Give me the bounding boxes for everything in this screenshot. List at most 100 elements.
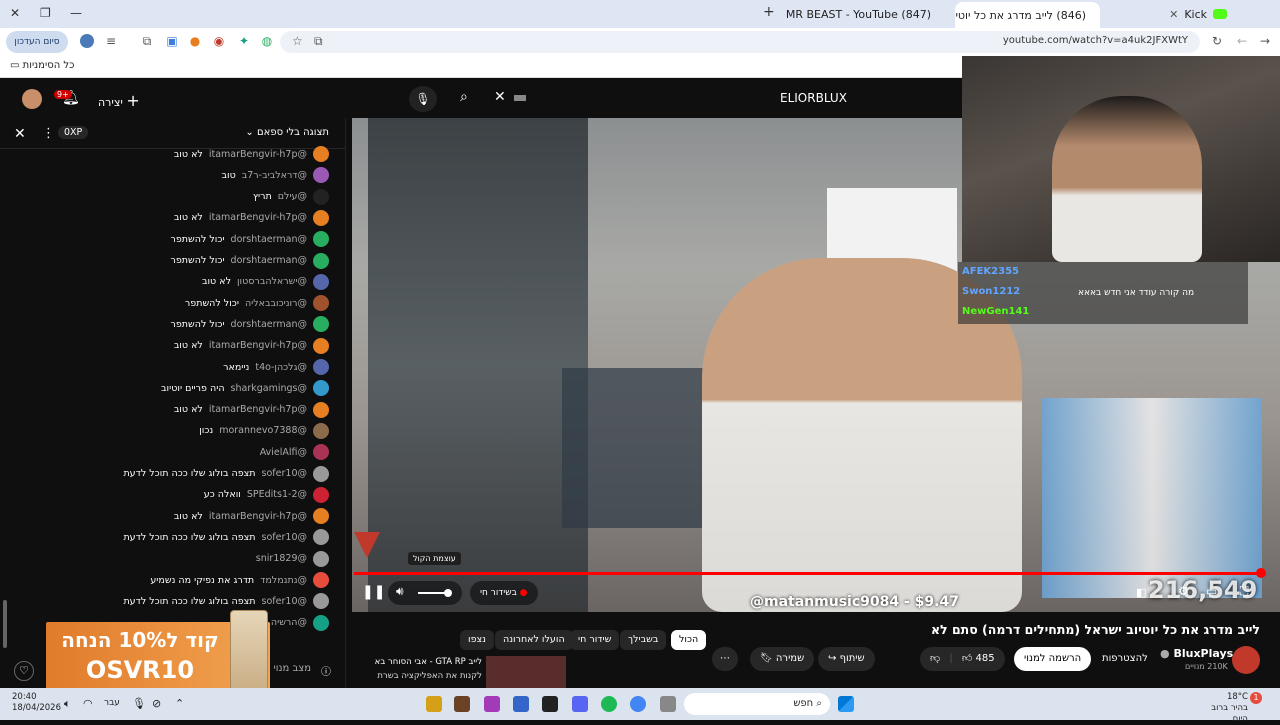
theater-icon[interactable]: ▭ (1206, 584, 1217, 598)
settings-icon[interactable]: ⚙ (1178, 584, 1189, 598)
avatar[interactable] (22, 89, 42, 109)
mic-icon[interactable]: 🎙︎ (409, 86, 437, 112)
start-windows-icon[interactable] (838, 696, 854, 712)
file-explorer-icon[interactable] (660, 696, 676, 712)
avatar[interactable] (313, 401, 329, 418)
install-icon[interactable]: ⧉ (314, 34, 323, 49)
avatar[interactable] (313, 422, 329, 439)
wifi-icon[interactable]: ◠ (83, 697, 93, 710)
chip-for-you[interactable]: בשבילך (620, 630, 667, 650)
search-input[interactable] (514, 95, 526, 101)
new-tab-icon[interactable]: + (763, 4, 775, 20)
tab-mrbeast[interactable]: (847) MR BEAST - YouTube ✕ (785, 3, 945, 25)
chat-username[interactable]: @itamarBengvir-h7p (209, 340, 307, 351)
chat-username[interactable]: @הרשיה (271, 617, 307, 628)
subscribe-button[interactable]: הרשמה למנוי (1014, 647, 1092, 671)
chip-watched[interactable]: נצפו (460, 630, 494, 650)
language-indicator[interactable]: עבר (104, 698, 120, 708)
search-icon[interactable]: ⌕ (460, 89, 468, 105)
chat-username[interactable]: @עילם (278, 191, 307, 202)
volume-icon[interactable]: 🔊︎ (396, 584, 404, 599)
chat-username[interactable]: @sofer10 (262, 596, 307, 607)
notes-icon[interactable] (426, 696, 442, 712)
network-icon[interactable]: ⊘ (152, 697, 161, 710)
taskbar-search[interactable]: ⌕ חפש (684, 693, 830, 715)
back-icon[interactable]: → (1258, 34, 1272, 48)
avatar[interactable] (313, 359, 329, 375)
heart-icon[interactable]: ♡ (14, 661, 34, 681)
avatar[interactable] (313, 380, 329, 397)
chat-username[interactable]: @sofer10 (262, 468, 307, 479)
chat-mode-dropdown[interactable]: תצוגה בלי ספאם ⌄ (245, 127, 329, 138)
live-badge[interactable]: ● בשידור חי (470, 581, 538, 605)
volume-control[interactable]: 🔊︎ (388, 581, 462, 605)
info-icon[interactable]: ⓘ (321, 663, 331, 678)
extension-icon[interactable]: ⧉ (140, 34, 154, 48)
chat-username[interactable]: @dorshtaerman (231, 319, 307, 330)
miniplayer-icon[interactable]: ◧ (1136, 586, 1146, 599)
avatar[interactable] (313, 486, 329, 503)
maximize-icon[interactable]: ❐ (40, 6, 51, 20)
create-button[interactable]: + יצירה (98, 91, 140, 110)
chat-username[interactable]: @SPEdits1-2 (247, 489, 307, 500)
share-button[interactable]: שיתוף ↪ (818, 647, 875, 671)
avatar[interactable] (313, 316, 329, 333)
chat-username[interactable]: @itamarBengvir-h7p (209, 404, 307, 415)
mic-icon[interactable]: 🎙︎ (132, 697, 146, 710)
volume-handle[interactable] (444, 589, 452, 597)
chat-username[interactable]: @ישראלהברסטון (237, 276, 307, 287)
chat-username[interactable]: @dorshtaerman (231, 234, 307, 245)
chat-username[interactable]: @snir1829 (256, 553, 307, 564)
instagram-icon[interactable] (484, 696, 500, 712)
speaker-icon[interactable]: 🔈︎ (64, 697, 71, 711)
progress-bar[interactable] (354, 572, 1262, 575)
chat-username[interactable]: @רוניכובבאליה (245, 298, 307, 309)
extension-icon[interactable]: ◍ (260, 34, 274, 48)
avatar[interactable] (313, 188, 329, 205)
avatar[interactable] (313, 146, 329, 162)
tab-kick[interactable]: Kick ✕ (1105, 3, 1235, 25)
chrome-icon[interactable] (630, 696, 646, 712)
avatar[interactable] (313, 295, 329, 312)
extension-icon[interactable]: ▣ (165, 34, 179, 48)
reload-icon[interactable]: ↻ (1210, 34, 1224, 48)
chat-username[interactable]: @דראלביב-ר7ב (242, 170, 307, 181)
chip-live[interactable]: שידור חי (570, 630, 620, 650)
discord-icon[interactable] (572, 696, 588, 712)
scrollbar[interactable] (3, 600, 7, 648)
chip-recent[interactable]: הועלו לאחרונה (495, 630, 573, 650)
clear-icon[interactable]: ✕ (494, 89, 506, 105)
pause-icon[interactable]: ❚❚ (362, 584, 385, 600)
avatar[interactable] (313, 273, 329, 290)
close-tab-icon[interactable]: ✕ (1169, 8, 1178, 21)
chat-username[interactable]: @morannevo7388 (219, 425, 307, 436)
weather-widget[interactable]: 18°C בהיר ברוב היום (1196, 692, 1248, 725)
extension-icon[interactable]: ✦ (237, 34, 251, 48)
avatar[interactable] (313, 550, 329, 567)
more-options-icon[interactable]: ⋮ (42, 126, 55, 141)
scrubber-handle[interactable] (1256, 568, 1266, 578)
recommended-title[interactable]: לייב GTA RP - אבי הסוחר בא (360, 657, 482, 667)
omnibox[interactable]: ☆ ⧉ youtube.com/watch?v=a4uk2JFXWtY (280, 31, 1200, 53)
sponsor-ad[interactable]: קוד ל10% הנחה OSVR10 (46, 610, 270, 696)
avatar[interactable] (313, 252, 329, 269)
chat-username[interactable]: @itamarBengvir-h7p (209, 511, 307, 522)
close-icon[interactable]: ✕ (14, 126, 26, 142)
avatar[interactable] (313, 209, 329, 226)
channel-name[interactable]: BluxPlays ● (1160, 647, 1233, 660)
spotify-icon[interactable] (601, 696, 617, 712)
avatar[interactable] (313, 572, 329, 588)
tab-active[interactable]: (846) לייב מדרג את כל יוטיוב ✕ (955, 2, 1100, 28)
profile-avatar-icon[interactable] (80, 34, 94, 48)
more-actions-icon[interactable]: ⋯ (712, 647, 738, 671)
close-window-icon[interactable]: ✕ (10, 6, 20, 20)
app-icon[interactable] (454, 696, 470, 712)
save-button[interactable]: שמירה 🔖︎ (750, 647, 815, 671)
clock[interactable]: 20:40 18/04/2026 (12, 692, 61, 714)
chat-username[interactable]: @נתנמלמד (260, 575, 307, 586)
extension-icon[interactable]: ◉ (212, 34, 226, 48)
chat-username[interactable]: @itamarBengvir-h7p (209, 212, 307, 223)
avatar[interactable] (313, 508, 329, 525)
chat-username[interactable]: @sharkgamings (231, 383, 307, 394)
chat-username[interactable]: @itamarBengvir-h7p (209, 149, 307, 160)
